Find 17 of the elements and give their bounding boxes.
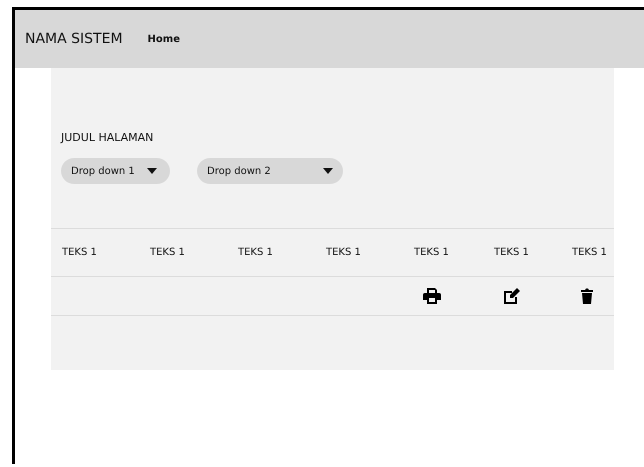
column-header: TEKS 1 bbox=[61, 247, 98, 258]
column-header: TEKS 1 bbox=[237, 247, 274, 258]
print-icon[interactable] bbox=[423, 288, 441, 304]
caret-icon bbox=[323, 168, 333, 174]
caret-icon bbox=[146, 168, 157, 174]
nav-link[interactable]: Home bbox=[148, 34, 180, 44]
page-title: JUDUL HALAMAN bbox=[61, 131, 154, 144]
dropdown[interactable]: Drop down 1 bbox=[61, 158, 170, 184]
column-header: TEKS 1 bbox=[571, 247, 608, 258]
column-header: TEKS 1 bbox=[413, 247, 450, 258]
dropdown[interactable]: Drop down 2 bbox=[197, 158, 343, 184]
column-header: TEKS 1 bbox=[149, 247, 186, 258]
column-header: TEKS 1 bbox=[325, 247, 362, 258]
trash-icon[interactable] bbox=[581, 288, 593, 304]
edit-icon[interactable] bbox=[503, 288, 521, 304]
app-title: NAMA SISTEM bbox=[25, 31, 123, 47]
column-header: TEKS 1 bbox=[493, 247, 530, 258]
